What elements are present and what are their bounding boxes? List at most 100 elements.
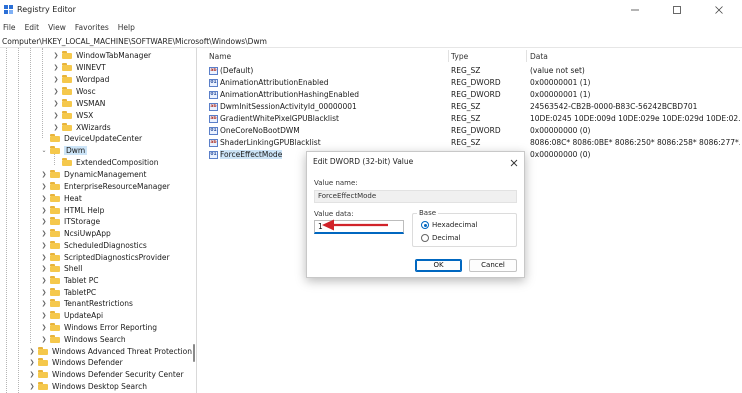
radio-checked-icon	[421, 221, 429, 229]
expand-arrow-icon[interactable]: ❯	[40, 276, 48, 284]
expand-arrow-icon[interactable]: ❯	[40, 264, 48, 272]
decimal-radio[interactable]: Decimal	[421, 234, 461, 242]
tree-item[interactable]: ❯ Tablet PC	[40, 274, 98, 286]
tree-item[interactable]: ❯ ITStorage	[40, 215, 100, 227]
tree-item[interactable]: ExtendedComposition	[52, 156, 158, 168]
radio-unchecked-icon	[421, 234, 429, 242]
maximize-button[interactable]	[656, 0, 698, 20]
cancel-button[interactable]: Cancel	[469, 259, 517, 272]
tree-item[interactable]: ❯ ScheduledDiagnostics	[40, 239, 146, 251]
registry-editor-icon	[4, 5, 13, 14]
expand-arrow-icon[interactable]: ❯	[40, 206, 48, 214]
tree-item[interactable]: ❯ Heat	[40, 192, 82, 204]
collapse-arrow-icon[interactable]: ⌄	[40, 146, 48, 154]
dword-value-icon: 01	[209, 127, 218, 135]
address-bar[interactable]: Computer\HKEY_LOCAL_MACHINE\SOFTWARE\Mic…	[0, 36, 742, 48]
tree-item[interactable]: ❯ Wosc	[52, 85, 95, 97]
tree-item-label: WINEVT	[76, 62, 106, 72]
value-row[interactable]: ab ShaderLinkingGPUBlacklist REG_SZ 8086…	[204, 137, 742, 149]
tree-item[interactable]: ❯ WSMAN	[52, 97, 105, 109]
expand-arrow-icon[interactable]: ❯	[40, 217, 48, 225]
tree-item-dwm[interactable]: ⌄ Dwm	[40, 144, 88, 156]
value-row[interactable]: ab (Default) REG_SZ (value not set)	[204, 65, 742, 77]
menu-edit[interactable]: Edit	[25, 23, 40, 32]
value-name: AnimationAttributionHashingEnabled	[220, 90, 359, 99]
expand-arrow-icon[interactable]: ❯	[28, 370, 36, 378]
value-row[interactable]: 01 AnimationAttributionHashingEnabled RE…	[204, 89, 742, 101]
value-name-field[interactable]: ForceEffectMode	[314, 190, 517, 203]
window-title: Registry Editor	[17, 5, 76, 14]
expand-arrow-icon[interactable]: ❯	[52, 99, 60, 107]
folder-icon	[50, 134, 60, 142]
dialog-close-button[interactable]	[510, 155, 518, 170]
tree-item[interactable]: ❯ Windows Defender Security Center	[28, 368, 183, 380]
expand-arrow-icon[interactable]: ❯	[28, 347, 36, 355]
hexadecimal-label: Hexadecimal	[432, 221, 478, 229]
menu-help[interactable]: Help	[118, 23, 135, 32]
tree-item[interactable]: ❯ EnterpriseResourceManager	[40, 180, 169, 192]
column-separator[interactable]	[526, 50, 527, 62]
column-header-name[interactable]: Name	[209, 52, 231, 61]
tree-item[interactable]: ❯ Windows Defender	[28, 356, 122, 368]
folder-icon	[50, 182, 60, 190]
expand-arrow-icon[interactable]: ❯	[52, 63, 60, 71]
expand-arrow-icon[interactable]: ❯	[52, 123, 60, 131]
close-window-button[interactable]	[698, 0, 740, 20]
column-separator[interactable]	[448, 50, 449, 62]
expand-arrow-icon[interactable]: ❯	[40, 335, 48, 343]
value-row[interactable]: ab GradientWhitePixelGPUBlacklist REG_SZ…	[204, 113, 742, 125]
ok-button[interactable]: OK	[415, 259, 462, 272]
expand-arrow-icon[interactable]: ❯	[40, 299, 48, 307]
tree-item[interactable]: ❯ NcsiUwpApp	[40, 227, 111, 239]
tree-item[interactable]: ❯ Windows Search	[40, 333, 125, 345]
menu-view[interactable]: View	[48, 23, 66, 32]
expand-arrow-icon[interactable]: ❯	[40, 241, 48, 249]
tree-scrollbar-thumb[interactable]	[193, 344, 195, 362]
string-value-icon: ab	[209, 67, 218, 75]
expand-arrow-icon[interactable]: ❯	[40, 229, 48, 237]
tree-item[interactable]: DeviceUpdateCenter	[40, 132, 142, 144]
value-row[interactable]: 01 OneCoreNoBootDWM REG_DWORD 0x00000000…	[204, 125, 742, 137]
expand-arrow-icon[interactable]: ❯	[52, 51, 60, 59]
expand-arrow-icon[interactable]: ❯	[40, 253, 48, 261]
expand-arrow-icon[interactable]: ❯	[40, 288, 48, 296]
value-data: (value not set)	[530, 66, 585, 75]
tree-item[interactable]: ❯ Windows Desktop Search	[28, 380, 146, 392]
tree-item-label: Dwm	[64, 145, 88, 155]
tree-item[interactable]: ❯ UpdateApi	[40, 309, 103, 321]
expand-arrow-icon[interactable]: ❯	[40, 194, 48, 202]
expand-arrow-icon[interactable]: ❯	[40, 311, 48, 319]
registry-tree[interactable]: ❯ WindowTabManager ❯ WINEVT ❯ Wordpad ❯ …	[0, 48, 197, 393]
expand-arrow-icon[interactable]: ❯	[52, 87, 60, 95]
expand-arrow-icon[interactable]: ❯	[40, 182, 48, 190]
tree-item-label: HTML Help	[64, 205, 105, 215]
menu-favorites[interactable]: Favorites	[75, 23, 109, 32]
tree-item[interactable]: ❯ WSX	[52, 109, 93, 121]
minimize-button[interactable]	[614, 0, 656, 20]
tree-item[interactable]: ❯ Windows Error Reporting	[40, 321, 157, 333]
tree-item[interactable]: ❯ WINEVT	[52, 61, 106, 73]
expand-arrow-icon[interactable]: ❯	[28, 358, 36, 366]
expand-arrow-icon[interactable]: ❯	[52, 75, 60, 83]
value-row[interactable]: 01 AnimationAttributionEnabled REG_DWORD…	[204, 77, 742, 89]
tree-item-label: NcsiUwpApp	[64, 228, 111, 238]
hexadecimal-radio[interactable]: Hexadecimal	[421, 221, 477, 229]
tree-item-label: Heat	[64, 193, 82, 203]
base-label: Base	[417, 209, 439, 217]
value-type: REG_DWORD	[451, 126, 501, 135]
expand-arrow-icon[interactable]: ❯	[28, 382, 36, 390]
tree-item[interactable]: ❯ Wordpad	[52, 73, 109, 85]
tree-item[interactable]: ❯ Shell	[40, 262, 82, 274]
value-row[interactable]: ab DwmInitSessionActivityId_00000001 REG…	[204, 101, 742, 113]
expand-arrow-icon[interactable]: ❯	[40, 170, 48, 178]
column-header-type[interactable]: Type	[451, 52, 468, 61]
tree-item-label: Wordpad	[76, 74, 110, 84]
column-header-data[interactable]: Data	[530, 52, 548, 61]
tree-item[interactable]: ❯ TenantRestrictions	[40, 297, 132, 309]
tree-item[interactable]: ❯ DynamicManagement	[40, 168, 146, 180]
tree-item[interactable]: ❯ WindowTabManager	[52, 49, 151, 61]
expand-arrow-icon[interactable]: ❯	[52, 111, 60, 119]
tree-item-label: DeviceUpdateCenter	[64, 133, 143, 143]
menu-file[interactable]: File	[3, 23, 16, 32]
expand-arrow-icon[interactable]: ❯	[40, 323, 48, 331]
